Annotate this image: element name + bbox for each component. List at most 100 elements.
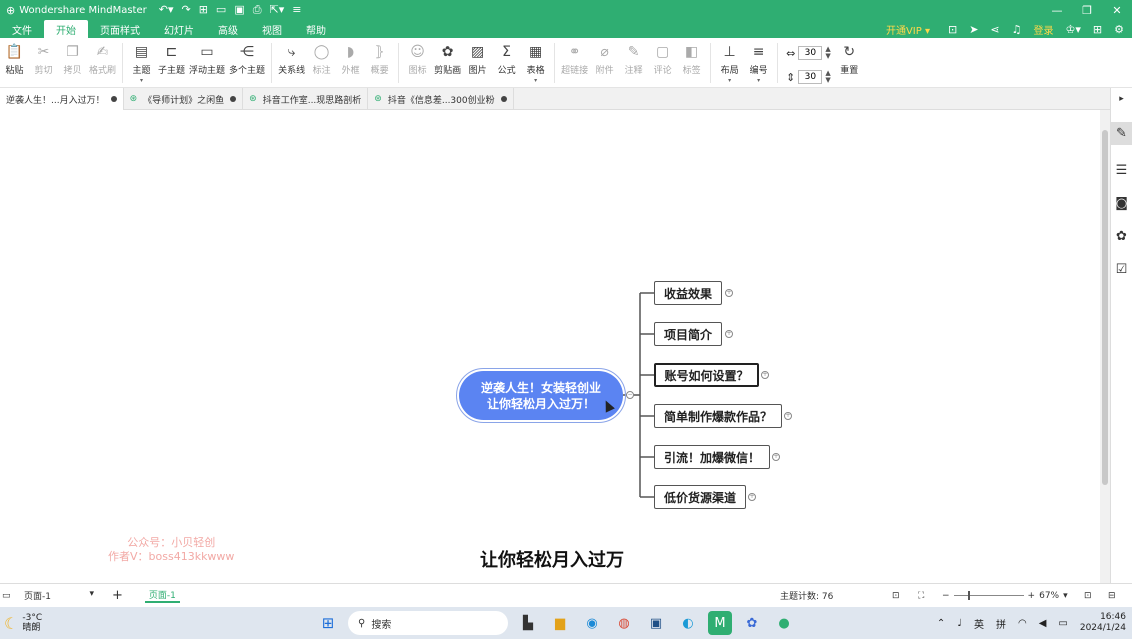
ribbon-button[interactable]: ❐ 拷贝 <box>58 43 87 76</box>
expand-icon[interactable]: + <box>748 493 756 501</box>
browser-icon[interactable]: ◐ <box>676 611 700 635</box>
bell-icon[interactable]: ♫ <box>1012 23 1022 36</box>
mindmaster-icon[interactable]: M <box>708 611 732 635</box>
topic-node[interactable]: 收益效果 <box>654 281 722 305</box>
taskbar-search[interactable]: ⚲ 搜索 <box>348 611 508 635</box>
redo-icon[interactable]: ↷ <box>181 3 190 17</box>
expand-icon[interactable]: + <box>725 330 733 338</box>
task-view-icon[interactable]: ▙ <box>516 611 540 635</box>
fit-page-icon[interactable]: ⊡ <box>892 591 900 601</box>
expand-view-icon[interactable]: ⊟ <box>1108 591 1116 601</box>
edge-icon[interactable]: ◉ <box>580 611 604 635</box>
share-icon[interactable]: ⋖ <box>990 23 999 36</box>
input-language[interactable]: 英 <box>974 616 984 631</box>
expand-icon[interactable]: + <box>784 412 792 420</box>
spacing-input[interactable] <box>798 46 823 60</box>
tab-page-style[interactable]: 页面样式 <box>88 20 152 38</box>
add-page-button[interactable]: + <box>112 588 123 603</box>
page-panel-icon[interactable]: ▭ <box>2 591 11 601</box>
tab-file[interactable]: 文件 <box>0 20 44 38</box>
chrome-icon[interactable]: ◍ <box>612 611 636 635</box>
ribbon-button[interactable]: ▢ 评论 <box>648 43 677 76</box>
topic-node[interactable]: 引流！加爆微信！ <box>654 445 770 469</box>
ribbon-button[interactable]: ◧ 标签 <box>677 43 706 76</box>
stepper-arrows-icon[interactable]: ▲ ▼ <box>825 46 830 60</box>
topic-node[interactable]: 低价货源渠道 <box>654 485 746 509</box>
ribbon-button[interactable]: ⊥ 布局 ▾ <box>715 43 744 84</box>
microphone-icon[interactable]: ♩ <box>957 618 962 629</box>
ribbon-button[interactable]: ◯ 标注 <box>307 43 336 76</box>
tab-home[interactable]: 开始 <box>44 20 88 38</box>
ribbon-button[interactable]: ⚭ 超链接 <box>559 43 590 76</box>
new-icon[interactable]: ⊞ <box>199 3 208 17</box>
wechat-icon[interactable]: ● <box>772 611 796 635</box>
page-select[interactable]: 页面-1 ▾ <box>24 589 94 602</box>
tab-advanced[interactable]: 高级 <box>206 20 250 38</box>
apps-icon[interactable]: ⊞ <box>1093 23 1102 36</box>
customize-icon[interactable]: ≡ <box>292 3 301 17</box>
document-tab[interactable]: ⊛ 抖音《信息差...300创业粉 <box>368 88 514 110</box>
login-button[interactable]: 登录 <box>1034 22 1054 37</box>
store-icon[interactable]: ▣ <box>644 611 668 635</box>
ribbon-button[interactable]: ☺ 图标 <box>403 43 432 76</box>
weather-widget[interactable]: ☾ -3°C 晴朗 <box>4 613 42 633</box>
document-tab[interactable]: ⊛ 《导师计划》之闲鱼 <box>124 88 244 110</box>
tab-help[interactable]: 帮助 <box>294 20 338 38</box>
ribbon-button[interactable]: Σ 公式 <box>492 43 521 76</box>
zoom-value[interactable]: 67% <box>1039 591 1059 601</box>
spacing-input[interactable] <box>798 70 823 84</box>
tab-view[interactable]: 视图 <box>250 20 294 38</box>
settings-icon[interactable]: ⚙ <box>1114 23 1124 36</box>
topic-node[interactable]: 账号如何设置？ <box>654 363 759 387</box>
fullscreen-icon[interactable]: ⛶ <box>918 591 924 601</box>
app-icon[interactable]: ✿ <box>740 611 764 635</box>
zoom-out-button[interactable]: − <box>942 591 950 601</box>
tab-slides[interactable]: 幻灯片 <box>152 20 206 38</box>
document-tab[interactable]: 逆袭人生！...月入过万！ <box>0 88 124 110</box>
fit-window-icon[interactable]: ⊡ <box>1084 591 1092 601</box>
ribbon-button[interactable]: ⊏ 子主题 <box>156 43 187 76</box>
undo-icon[interactable]: ↶▾ <box>159 3 174 17</box>
expand-icon[interactable]: + <box>725 289 733 297</box>
ribbon-button[interactable]: ⤷ 关系线 <box>276 43 307 76</box>
page-tab[interactable]: 页面-1 <box>144 588 180 603</box>
minimize-button[interactable]: — <box>1042 0 1072 20</box>
shirt-icon[interactable]: ♔▾ <box>1066 23 1081 36</box>
ribbon-button[interactable]: ▭ 浮动主题 <box>187 43 227 76</box>
zoom-slider-knob[interactable] <box>967 591 970 600</box>
print-icon[interactable]: ⎙ <box>253 3 262 17</box>
wifi-icon[interactable]: ◠ <box>1018 618 1027 629</box>
mindmap-canvas[interactable]: 逆袭人生！女装轻创业 让你轻松月入过万！ − 收益效果 + 项目简介 + 账号如… <box>0 110 1100 583</box>
scrollbar-thumb[interactable] <box>1102 130 1108 485</box>
close-button[interactable]: ✕ <box>1102 0 1132 20</box>
vip-button[interactable]: 开通VIP ▾ <box>886 22 930 37</box>
mark-panel-icon[interactable]: ◙ <box>1115 196 1128 211</box>
format-panel-icon[interactable]: ✎ <box>1110 122 1132 145</box>
ribbon-button[interactable]: ✿ 剪贴画 <box>432 43 463 76</box>
unsaved-dot-icon[interactable] <box>110 96 117 102</box>
ribbon-button[interactable]: ▨ 图片 <box>463 43 492 76</box>
ribbon-button[interactable]: ⋲ 多个主题 <box>227 43 267 76</box>
ribbon-button[interactable]: ✎ 注释 <box>619 43 648 76</box>
zoom-in-button[interactable]: + <box>1028 591 1036 601</box>
volume-icon[interactable]: ◀ <box>1039 618 1047 629</box>
ime-mode[interactable]: 拼 <box>996 616 1006 631</box>
central-collapse-icon[interactable]: − <box>626 391 634 399</box>
document-tab[interactable]: ⊛ 抖音工作室...现思路剖析 <box>243 88 369 110</box>
ribbon-button[interactable]: 📋 粘贴 <box>0 43 29 76</box>
unsaved-dot-icon[interactable] <box>230 96 237 102</box>
clock[interactable]: 16:46 2024/1/24 <box>1080 612 1126 634</box>
topic-node[interactable]: 项目简介 <box>654 322 722 346</box>
restore-button[interactable]: ❐ <box>1072 0 1102 20</box>
windows-start-icon[interactable]: ⊞ <box>316 611 340 635</box>
collapse-panel-icon[interactable]: ▸ <box>1119 94 1124 104</box>
ribbon-button[interactable]: ⦄ 概要 <box>365 43 394 76</box>
layout-icon[interactable]: ⊡ <box>948 23 957 36</box>
clipart-panel-icon[interactable]: ✿ <box>1116 229 1127 244</box>
file-explorer-icon[interactable]: ▆ <box>548 611 572 635</box>
ribbon-button[interactable]: ✂ 剪切 <box>29 43 58 76</box>
task-panel-icon[interactable]: ☑ <box>1116 262 1128 277</box>
expand-icon[interactable]: + <box>772 453 780 461</box>
ribbon-button[interactable]: ≡ 编号 ▾ <box>744 43 773 84</box>
battery-icon[interactable]: ▭ <box>1058 618 1067 629</box>
